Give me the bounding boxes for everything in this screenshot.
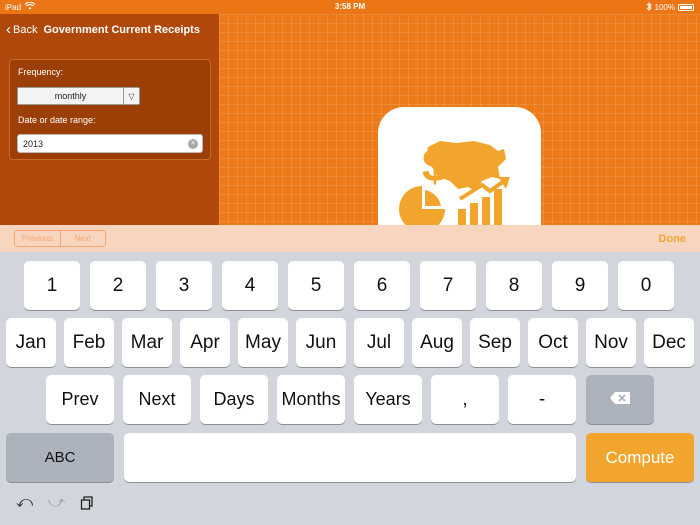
key-digit[interactable]: 0 xyxy=(618,261,674,310)
done-button[interactable]: Done xyxy=(659,233,687,245)
keyboard-accessory-bar: Previous Next Done xyxy=(0,225,700,252)
abc-key[interactable]: ABC xyxy=(6,433,114,482)
key-month[interactable]: Dec xyxy=(644,318,694,367)
compute-button[interactable]: Compute xyxy=(586,433,694,482)
frequency-select[interactable]: monthly ▽ xyxy=(17,87,140,105)
key-comma[interactable]: , xyxy=(431,375,499,424)
key-month[interactable]: Oct xyxy=(528,318,578,367)
app-logo: $ xyxy=(378,107,541,225)
previous-field-button[interactable]: Previous xyxy=(15,231,60,246)
key-digit[interactable]: 9 xyxy=(552,261,608,310)
battery-icon xyxy=(678,4,694,11)
space-key[interactable] xyxy=(124,433,576,482)
key-digit[interactable]: 2 xyxy=(90,261,146,310)
key-digit[interactable]: 4 xyxy=(222,261,278,310)
key-month[interactable]: Apr xyxy=(180,318,230,367)
chevron-left-icon: ‹ xyxy=(6,21,11,38)
bluetooth-icon xyxy=(646,1,652,13)
input-panel: ‹ Back Government Current Receipts Frequ… xyxy=(0,14,219,225)
date-input[interactable]: 2013 × xyxy=(17,134,203,153)
key-month[interactable]: Feb xyxy=(64,318,114,367)
key-month[interactable]: Mar xyxy=(122,318,172,367)
prev-next-segment: Previous Next xyxy=(14,230,106,247)
key-months[interactable]: Months xyxy=(277,375,345,424)
key-next[interactable]: Next xyxy=(123,375,191,424)
key-month[interactable]: Jun xyxy=(296,318,346,367)
status-bar: iPad 3:58 PM 100% xyxy=(0,0,700,14)
frequency-value: monthly xyxy=(54,91,87,101)
date-label: Date or date range: xyxy=(18,115,96,125)
key-digit[interactable]: 1 xyxy=(24,261,80,310)
key-digit[interactable]: 8 xyxy=(486,261,542,310)
dropdown-arrow-icon: ▽ xyxy=(123,88,139,104)
back-button[interactable]: ‹ Back xyxy=(0,22,37,37)
frequency-label: Frequency: xyxy=(18,67,64,77)
key-days[interactable]: Days xyxy=(200,375,268,424)
backspace-key[interactable] xyxy=(586,375,654,424)
key-digit[interactable]: 7 xyxy=(420,261,476,310)
key-years[interactable]: Years xyxy=(354,375,422,424)
key-month[interactable]: Jul xyxy=(354,318,404,367)
background-grid: $ xyxy=(219,14,700,225)
backspace-icon xyxy=(609,389,631,411)
paste-icon[interactable] xyxy=(80,496,94,515)
nav-bar: ‹ Back Government Current Receipts xyxy=(0,14,219,45)
key-dash[interactable]: - xyxy=(508,375,576,424)
key-month[interactable]: Sep xyxy=(470,318,520,367)
form-box: Frequency: monthly ▽ Date or date range:… xyxy=(9,59,211,160)
clock: 3:58 PM xyxy=(334,2,366,11)
redo-icon[interactable]: ⤻ xyxy=(48,494,65,512)
back-label: Back xyxy=(13,23,38,36)
clear-icon[interactable]: × xyxy=(188,138,198,149)
date-input-value: 2013 xyxy=(23,138,44,149)
key-digit[interactable]: 6 xyxy=(354,261,410,310)
key-digit[interactable]: 3 xyxy=(156,261,212,310)
key-month[interactable]: Jan xyxy=(6,318,56,367)
svg-text:$: $ xyxy=(422,139,448,191)
custom-keyboard: 1 2 3 4 5 6 7 8 9 0 Jan Feb Mar Apr May … xyxy=(0,252,700,525)
key-digit[interactable]: 5 xyxy=(288,261,344,310)
key-month[interactable]: May xyxy=(238,318,288,367)
key-prev[interactable]: Prev xyxy=(46,375,114,424)
next-field-button[interactable]: Next xyxy=(59,231,106,246)
undo-icon[interactable]: ⤺ xyxy=(16,494,33,512)
key-month[interactable]: Aug xyxy=(412,318,462,367)
page-title: Government Current Receipts xyxy=(43,23,200,36)
key-month[interactable]: Nov xyxy=(586,318,636,367)
battery-percent: 100% xyxy=(654,3,675,12)
